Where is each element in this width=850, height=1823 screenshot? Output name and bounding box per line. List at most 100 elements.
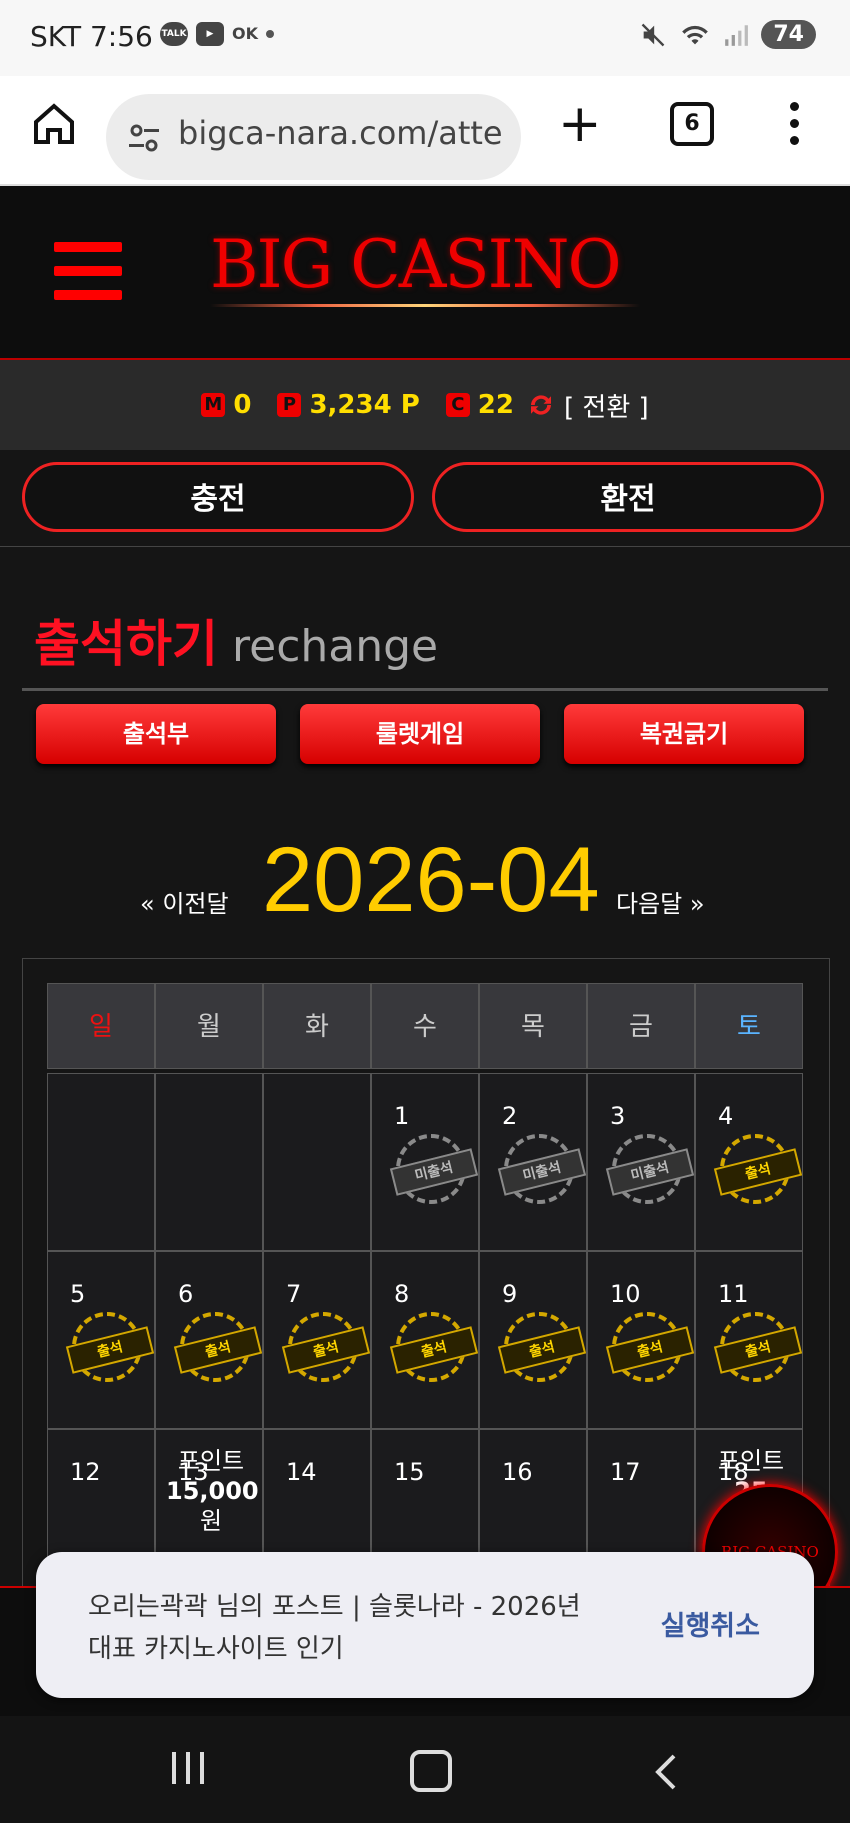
day-cell: 5 출석	[47, 1251, 155, 1429]
day-cell: 2 미출석	[479, 1073, 587, 1251]
point-label: 포인트	[717, 1447, 785, 1475]
address-bar[interactable]: bigca-nara.com/atte	[106, 94, 521, 180]
next-month-link[interactable]: 다음달 »	[616, 884, 705, 919]
day-number: 11	[718, 1280, 749, 1308]
status-time: SKT 7:56	[30, 20, 153, 53]
present-stamp-icon: 출석	[713, 1312, 803, 1382]
point-badge: P	[277, 393, 302, 417]
page-title-english: rechange	[232, 621, 439, 672]
stamp-label: 출석	[389, 1326, 479, 1374]
site-settings-icon[interactable]	[126, 120, 162, 156]
day-number: 15	[394, 1458, 425, 1486]
current-month: 2026-04	[262, 829, 600, 931]
youtube-icon: ▶	[196, 22, 224, 46]
back-icon[interactable]	[652, 1752, 682, 1792]
day-number: 1	[394, 1102, 410, 1130]
new-tab-button[interactable]: +	[558, 98, 602, 150]
toast-message: 오리는곽곽 님의 포스트 | 슬롯나라 - 2026년 대표 카지노사이트 인기	[88, 1592, 581, 1664]
undo-button[interactable]: 실행취소	[661, 1604, 760, 1643]
day-cell-empty	[155, 1073, 263, 1251]
day-cell: 10 출석	[587, 1251, 695, 1429]
present-stamp-icon: 출석	[497, 1312, 587, 1382]
recents-icon[interactable]	[172, 1752, 204, 1784]
day-number: 6	[178, 1280, 194, 1308]
system-icons: 74	[639, 20, 816, 49]
stamp-label: 출석	[605, 1326, 695, 1374]
stamp-label: 미출석	[389, 1148, 479, 1196]
day-number: 14	[286, 1458, 317, 1486]
day-cell-empty	[263, 1073, 371, 1251]
day-cell: 8 출석	[371, 1251, 479, 1429]
stamp-label: 출석	[281, 1326, 371, 1374]
battery-indicator: 74	[761, 20, 816, 49]
month-navigation: « 이전달 2026-04 다음달 »	[0, 828, 850, 938]
absent-stamp-icon: 미출석	[389, 1134, 479, 1204]
day-cell: 4 출석	[695, 1073, 803, 1251]
weekday-thu: 목	[479, 983, 587, 1069]
stamp-label: 출석	[713, 1148, 803, 1196]
status-bar: SKT 7:56 TALK ▶ OK 74	[0, 0, 850, 76]
stamp-label: 출석	[497, 1326, 587, 1374]
present-stamp-icon: 출석	[65, 1312, 155, 1382]
tab-switcher-button[interactable]: 6	[670, 102, 714, 146]
ok-icon: OK	[232, 24, 258, 43]
day-number: 16	[502, 1458, 533, 1486]
convert-link[interactable]: [ 전환 ]	[564, 387, 649, 424]
point-label: 포인트	[177, 1447, 245, 1475]
day-number: 12	[70, 1458, 101, 1486]
day-number: 9	[502, 1280, 518, 1308]
money-badge: M	[201, 393, 226, 417]
site-header: BIG CASINO	[0, 186, 850, 360]
attendance-tabs: 출석부 룰렛게임 복권긁기	[0, 704, 850, 784]
title-divider	[22, 688, 828, 691]
day-cell: 9 출석	[479, 1251, 587, 1429]
tab-roulette[interactable]: 룰렛게임	[300, 704, 540, 764]
stamp-label: 출석	[713, 1326, 803, 1374]
coupon-badge: C	[445, 393, 470, 417]
site-logo[interactable]: BIG CASINO	[210, 226, 622, 303]
url-text[interactable]: bigca-nara.com/atte	[178, 114, 508, 152]
page-title: 출석하기 rechange	[34, 604, 438, 676]
point-value: 3,234 P	[309, 390, 420, 420]
mute-icon	[642, 23, 665, 46]
day-number: 2	[502, 1102, 518, 1130]
day-number: 8	[394, 1280, 410, 1308]
home-nav-icon[interactable]	[410, 1750, 452, 1792]
refresh-icon[interactable]	[526, 390, 556, 420]
day-cell: 6 출석	[155, 1251, 263, 1429]
exchange-button[interactable]: 환전	[432, 462, 824, 532]
toast-notification: 오리는곽곽 님의 포스트 | 슬롯나라 - 2026년 대표 카지노사이트 인기…	[36, 1552, 814, 1698]
balance-bar: M 0 P 3,234 P C 22 [ 전환 ]	[0, 360, 850, 450]
present-stamp-icon: 출석	[173, 1312, 263, 1382]
tab-attendance[interactable]: 출석부	[36, 704, 276, 764]
wallet-actions: 충전 환전	[0, 450, 850, 547]
stamp-label: 출석	[173, 1326, 263, 1374]
tab-lottery[interactable]: 복권긁기	[564, 704, 804, 764]
point-reward: 포인트 15,000 원	[166, 1446, 259, 1536]
weekday-tue: 화	[263, 983, 371, 1069]
logo-underline	[210, 304, 640, 307]
prev-month-link[interactable]: « 이전달	[140, 884, 229, 919]
weekday-fri: 금	[587, 983, 695, 1069]
day-number: 3	[610, 1102, 626, 1130]
coupon-value: 22	[477, 390, 514, 420]
calendar-week: 1 미출석 2 미출석 3 미출석 4 출석	[47, 1073, 803, 1251]
weekday-mon: 월	[155, 983, 263, 1069]
day-cell: 7 출석	[263, 1251, 371, 1429]
menu-icon[interactable]	[54, 242, 122, 314]
charge-button[interactable]: 충전	[22, 462, 414, 532]
day-number: 10	[610, 1280, 641, 1308]
day-cell: 1 미출석	[371, 1073, 479, 1251]
day-cell: 11 출석	[695, 1251, 803, 1429]
point-unit: 원	[199, 1507, 223, 1535]
stamp-label: 출석	[65, 1326, 155, 1374]
calendar-week: 5 출석 6 출석 7 출석 8 출석 9 출석 10 출석 11 출석	[47, 1251, 803, 1429]
calendar-grid: 1 미출석 2 미출석 3 미출석 4 출석 5 출석 6 출석 7 출석 8 출석 9 출석 1…	[47, 1073, 803, 1607]
more-menu-icon[interactable]	[790, 102, 800, 153]
present-stamp-icon: 출석	[605, 1312, 695, 1382]
more-notifications-icon	[266, 30, 274, 38]
stamp-label: 미출석	[605, 1148, 695, 1196]
kakaotalk-icon: TALK	[160, 22, 188, 46]
weekday-sun: 일	[47, 983, 155, 1069]
home-icon[interactable]	[30, 100, 78, 148]
